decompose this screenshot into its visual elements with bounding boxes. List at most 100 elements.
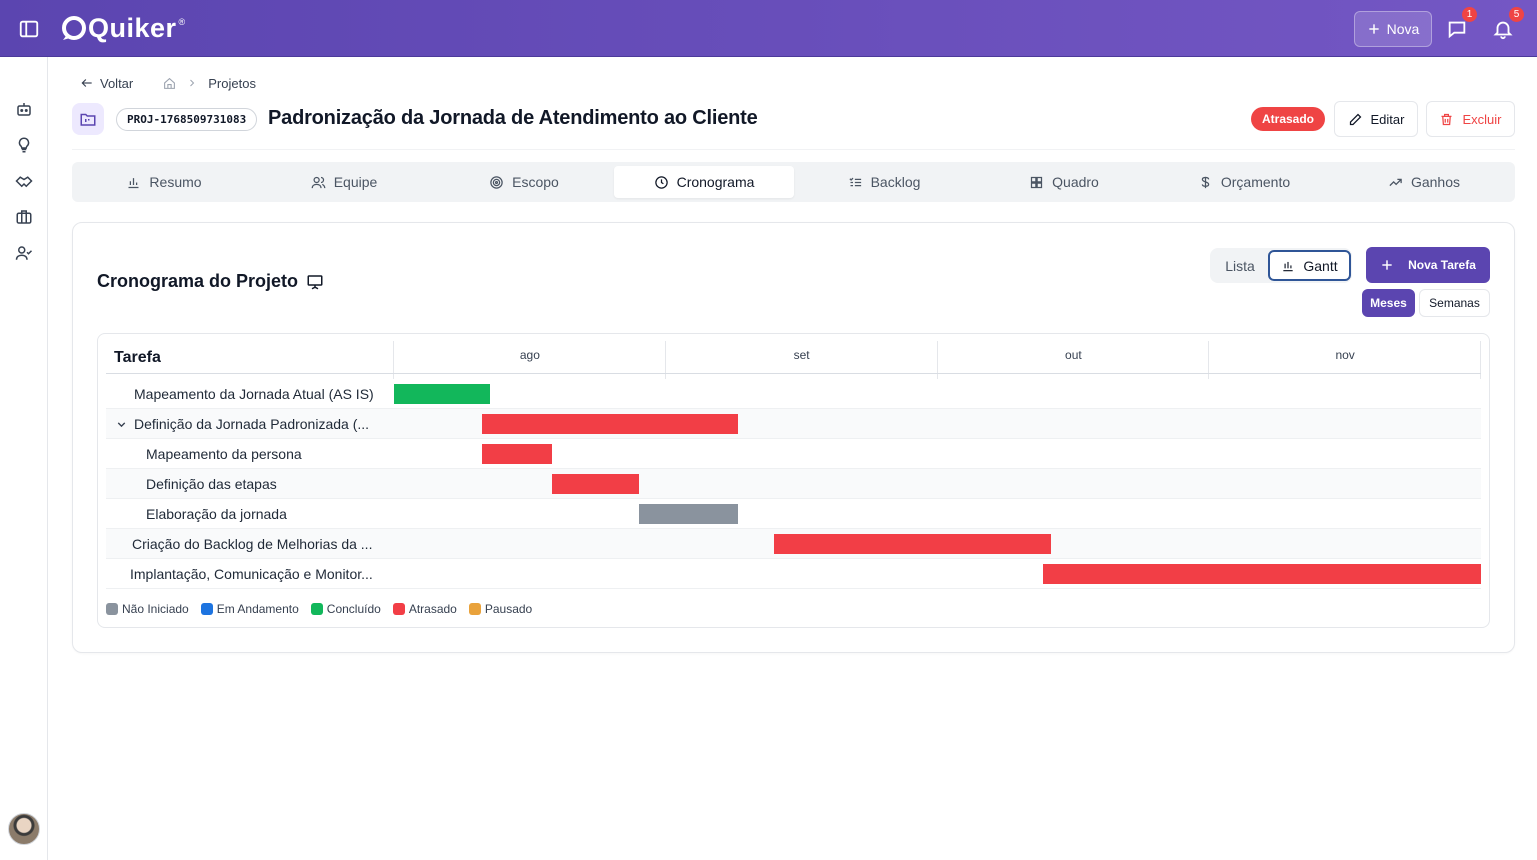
tab-ganhos[interactable]: Ganhos [1334, 166, 1514, 198]
tab-backlog[interactable]: Backlog [794, 166, 974, 198]
tab-equipe[interactable]: Equipe [254, 166, 434, 198]
handshake-icon[interactable] [15, 172, 33, 190]
project-code-badge: PROJ-1768509731083 [116, 108, 258, 131]
tab-label: Quadro [1052, 174, 1099, 190]
view-gantt-button[interactable]: Gantt [1268, 250, 1351, 281]
tab-label: Equipe [333, 174, 378, 190]
legend-label: Atrasado [408, 602, 457, 616]
task-label[interactable]: Criação do Backlog de Melhorias da ... [132, 529, 372, 559]
tab-label: Resumo [149, 174, 202, 190]
page-title: Padronização da Jornada de Atendimento a… [268, 107, 758, 129]
new-button-label: Nova [1386, 21, 1420, 37]
legend-item: Em Andamento [200, 602, 299, 616]
task-label[interactable]: Implantação, Comunicação e Monitor... [130, 559, 373, 589]
project-tabs: Resumo Equipe Escopo Cronograma Backlog … [72, 162, 1515, 202]
task-bar[interactable] [774, 534, 1052, 554]
task-bar[interactable] [481, 414, 739, 434]
scale-months-button[interactable]: Meses [1362, 289, 1415, 317]
tab-escopo[interactable]: Escopo [434, 166, 614, 198]
tab-cronograma[interactable]: Cronograma [614, 166, 794, 198]
bar-chart-icon [1283, 261, 1294, 271]
breadcrumb: Voltar Projetos [80, 74, 256, 92]
tab-orcamento[interactable]: Orçamento [1154, 166, 1334, 198]
gantt-header-divider [106, 373, 1481, 374]
grid-icon [1031, 176, 1043, 188]
legend-swatch [310, 603, 323, 615]
schedule-title: Cronograma do Projeto [97, 271, 299, 291]
task-column-header: Tarefa [114, 349, 161, 366]
lightbulb-icon[interactable] [15, 136, 33, 154]
notifications-badge: 5 [1509, 7, 1524, 22]
task-label[interactable]: Definição das etapas [146, 469, 277, 499]
header-divider [72, 149, 1515, 150]
tab-resumo[interactable]: Resumo [74, 166, 254, 198]
task-bar[interactable] [481, 444, 552, 464]
notifications-bell-icon[interactable] [1492, 18, 1514, 40]
trending-up-icon [1389, 178, 1402, 186]
trash-icon [1441, 113, 1452, 125]
new-button[interactable]: Nova [1354, 11, 1432, 47]
task-label[interactable]: Mapeamento da persona [146, 439, 302, 469]
top-bar: Quiker ® Nova 1 5 [0, 0, 1537, 57]
task-bar[interactable] [1042, 564, 1481, 584]
legend-swatch [106, 603, 118, 615]
user-avatar[interactable] [8, 813, 40, 845]
gantt-row [106, 469, 1481, 499]
clock-icon [654, 175, 668, 189]
legend-label: Pausado [484, 602, 533, 616]
target-icon [490, 175, 503, 189]
tab-label: Escopo [512, 174, 559, 190]
month-header: nov [1335, 347, 1355, 362]
legend-swatch [468, 603, 481, 615]
chevron-right-icon [190, 79, 195, 87]
gantt-row [106, 499, 1481, 529]
new-task-label: Nova Tarefa [1408, 258, 1476, 272]
project-folder-icon [72, 103, 104, 135]
breadcrumb-current[interactable]: Projetos [208, 76, 256, 91]
legend-item: Não Iniciado [106, 602, 189, 616]
plus-icon [1382, 260, 1392, 270]
bar-chart-icon [128, 177, 139, 188]
briefcase-icon[interactable] [15, 208, 33, 226]
month-header: set [793, 347, 810, 362]
legend-label: Em Andamento [216, 602, 299, 616]
presentation-icon[interactable] [306, 273, 324, 291]
legend-swatch [392, 603, 405, 615]
sidebar-toggle-icon[interactable] [18, 18, 40, 40]
plus-icon [1368, 24, 1379, 34]
sidebar [0, 57, 48, 860]
user-check-icon[interactable] [15, 244, 33, 262]
messages-icon[interactable] [1446, 18, 1468, 40]
home-icon[interactable] [163, 77, 176, 90]
dollar-icon [1201, 176, 1210, 188]
quiker-logo-icon [62, 16, 86, 40]
legend-item: Atrasado [392, 602, 457, 616]
month-header: out [1065, 347, 1082, 362]
legend-label: Concluído [326, 602, 381, 616]
brand-logo[interactable]: Quiker ® [60, 13, 186, 43]
delete-button[interactable]: Excluir [1426, 101, 1515, 137]
task-label[interactable]: Definição da Jornada Padronizada (... [134, 409, 369, 439]
back-link[interactable]: Voltar [80, 76, 133, 91]
edit-button[interactable]: Editar [1334, 101, 1418, 137]
list-checks-icon [849, 177, 861, 186]
legend-item: Pausado [468, 602, 533, 616]
tab-label: Orçamento [1220, 174, 1291, 190]
status-badge: Atrasado [1251, 107, 1326, 131]
scale-weeks-button[interactable]: Semanas [1419, 289, 1490, 317]
task-bar[interactable] [394, 384, 491, 404]
view-list-button[interactable]: Lista [1210, 248, 1270, 283]
task-bar[interactable] [639, 504, 739, 524]
delete-label: Excluir [1462, 111, 1502, 127]
bot-icon[interactable] [15, 100, 33, 118]
back-label: Voltar [100, 75, 134, 91]
view-gantt-label: Gantt [1303, 257, 1338, 274]
task-label[interactable]: Mapeamento da Jornada Atual (AS IS) [134, 379, 374, 409]
gantt-row [106, 439, 1481, 469]
chevron-down-icon[interactable] [115, 409, 128, 439]
task-label[interactable]: Elaboração da jornada [146, 499, 287, 529]
pencil-icon [1349, 113, 1361, 125]
tab-quadro[interactable]: Quadro [974, 166, 1154, 198]
new-task-button[interactable]: Nova Tarefa [1366, 247, 1490, 283]
task-bar[interactable] [551, 474, 640, 494]
